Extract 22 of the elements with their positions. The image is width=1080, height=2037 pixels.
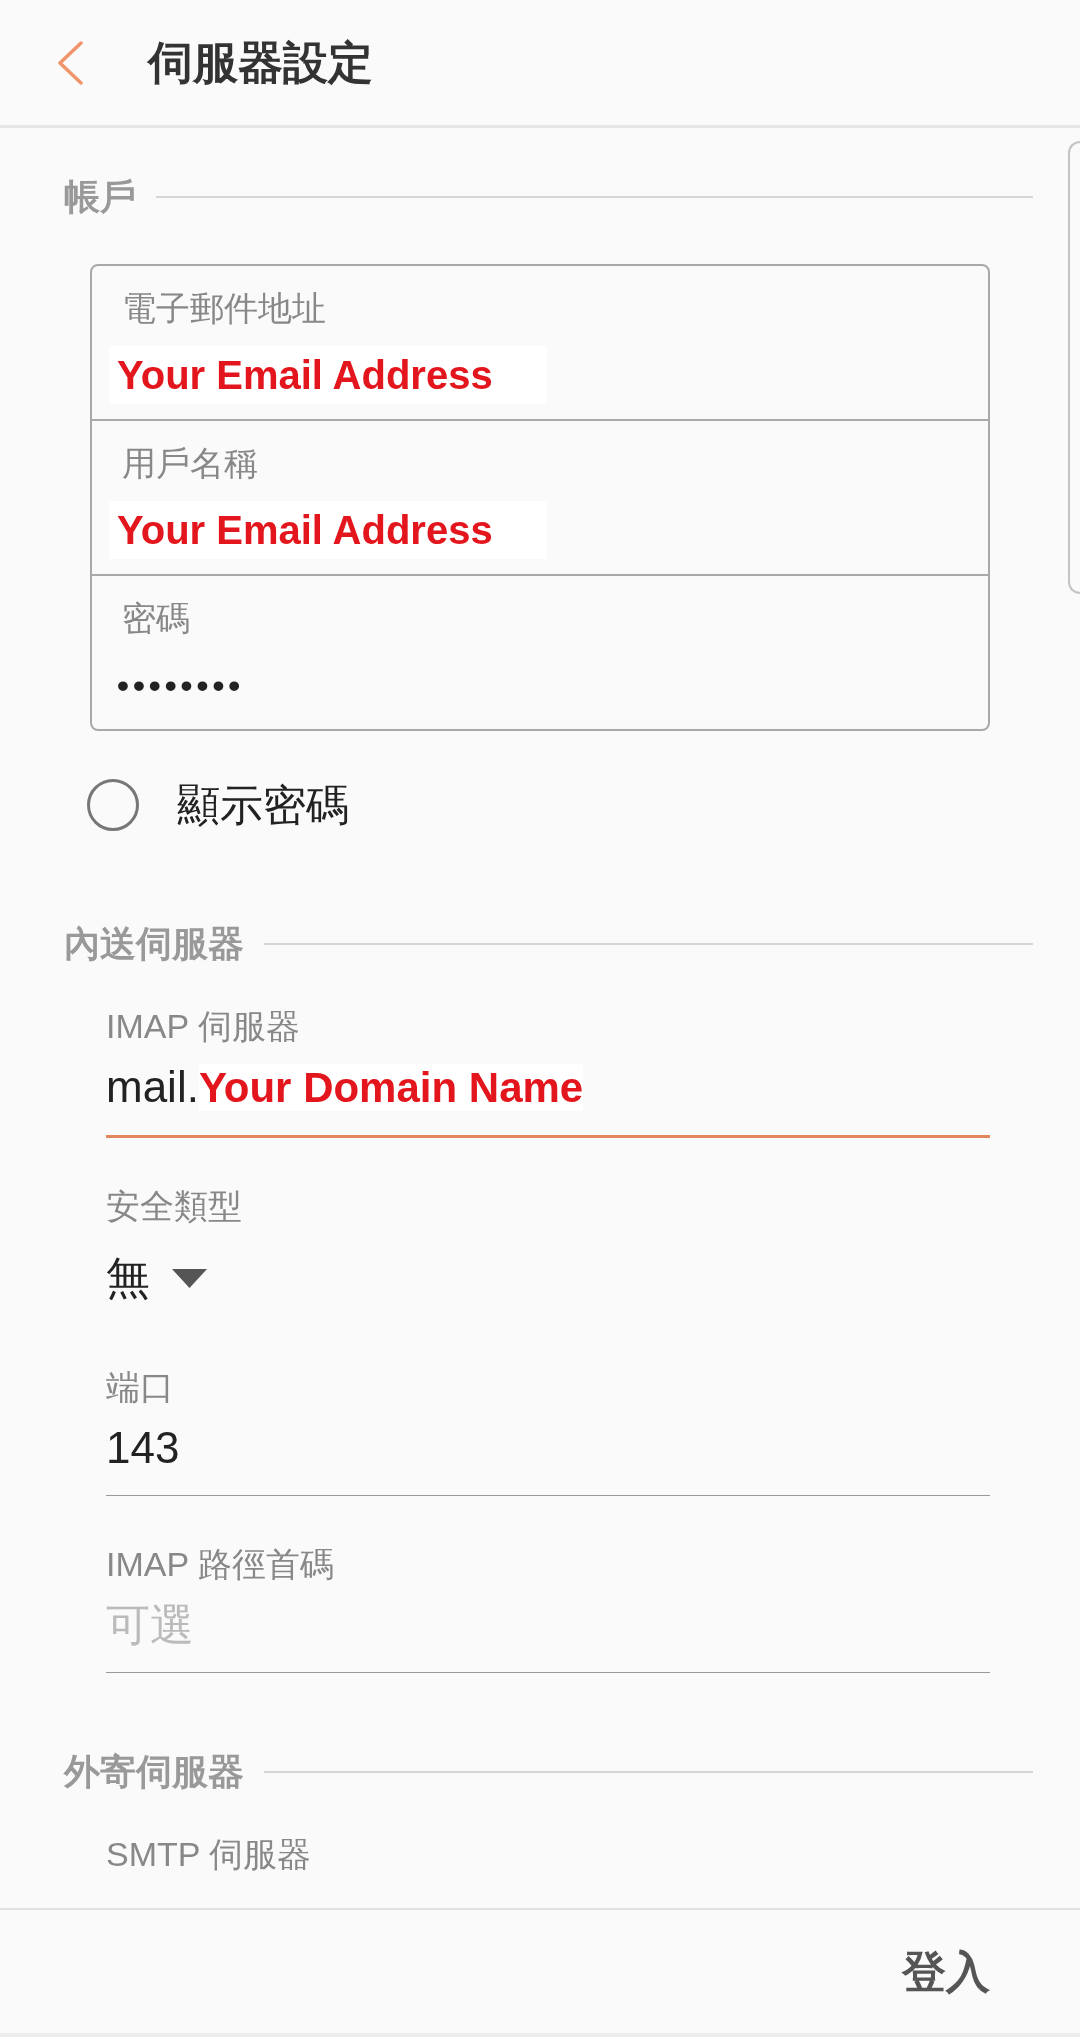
radio-button[interactable] <box>87 779 139 831</box>
dropdown-field[interactable]: 無 <box>106 1250 207 1306</box>
field-label: IMAP 伺服器 <box>106 1006 300 1046</box>
back-icon <box>57 40 83 85</box>
input-field[interactable]: 143 <box>106 1420 990 1496</box>
page-title: 伺服器設定 <box>148 35 373 90</box>
field-label: SMTP 伺服器 <box>106 1834 312 1874</box>
field-label: IMAP 路徑首碼 <box>106 1544 334 1584</box>
sign-in-button[interactable]: 登入 <box>902 1938 990 2005</box>
field-label: 安全類型 <box>106 1186 242 1226</box>
field-label: 用戶名稱 <box>122 443 258 483</box>
edge-panel-handle[interactable] <box>1068 141 1080 594</box>
section-title: 帳戶 <box>64 179 136 215</box>
field-label: 密碼 <box>122 598 190 638</box>
input-field[interactable]: mail.Your Domain Name <box>106 1059 990 1138</box>
section-title: 內送伺服器 <box>64 926 244 962</box>
input-field[interactable]: •••••••• <box>109 656 971 714</box>
section-title: 外寄伺服器 <box>64 1754 244 1790</box>
field-label: 端口 <box>106 1367 174 1407</box>
radio-label[interactable]: 顯示密碼 <box>177 779 349 831</box>
dropdown-triangle-icon <box>172 1268 207 1288</box>
field-label: 電子郵件地址 <box>122 288 326 328</box>
